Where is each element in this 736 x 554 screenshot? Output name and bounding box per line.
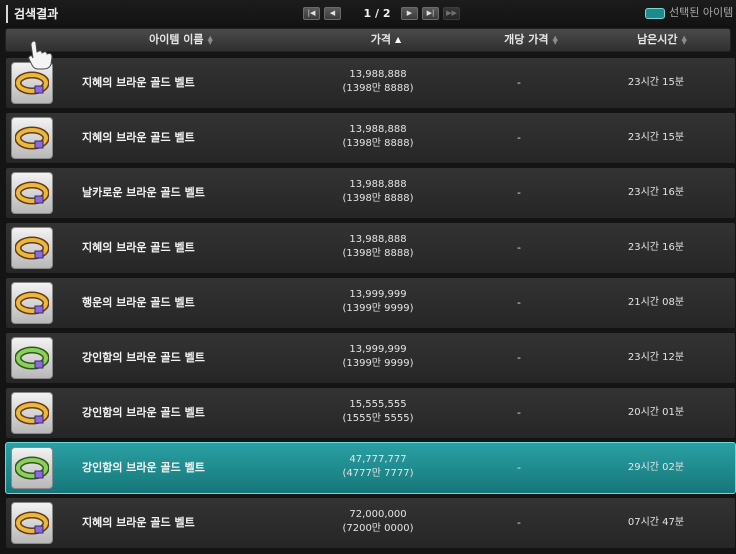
gold-belt-icon [11, 117, 53, 159]
price-value: 13,988,888 [349, 234, 407, 245]
item-price: 13,988,888 (1398만 8888) [328, 123, 428, 151]
column-label-price: 가격 [370, 33, 392, 46]
table-row[interactable]: 지혜의 브라운 골드 벨트 13,988,888 (1398만 8888) - 2… [5, 112, 736, 164]
remaining-time: 23시간 15분 [627, 77, 685, 88]
gold-belt-icon [11, 392, 53, 434]
item-price: 13,999,999 (1399만 9999) [328, 343, 428, 371]
item-name: 지혜의 브라운 골드 벨트 [82, 241, 195, 254]
price-value: 15,555,555 [349, 399, 407, 410]
price-korean: (1399만 9999) [342, 303, 414, 314]
column-label-name: 아이템 이름 [149, 33, 204, 46]
price-value: 47,777,777 [349, 454, 407, 465]
selected-color-swatch [645, 8, 665, 19]
item-name: 지혜의 브라운 골드 벨트 [82, 76, 195, 89]
last-page-button[interactable]: ▶| [422, 7, 439, 20]
page-indicator: 1 / 2 [363, 7, 391, 20]
price-value: 13,988,888 [349, 124, 407, 135]
item-price: 47,777,777 (4777만 7777) [328, 453, 428, 481]
item-price: 72,000,000 (7200만 0000) [328, 508, 428, 536]
item-name: 행운의 브라운 골드 벨트 [82, 296, 195, 309]
prev-page-button[interactable]: ◀ [324, 7, 341, 20]
price-korean: (1398만 8888) [342, 248, 414, 259]
price-korean: (1398만 8888) [342, 193, 414, 204]
price-korean: (1398만 8888) [342, 83, 414, 94]
item-name: 지혜의 브라운 골드 벨트 [82, 516, 195, 529]
table-row[interactable]: 지혜의 브라운 골드 벨트 13,988,888 (1398만 8888) - 2… [5, 222, 736, 274]
column-label-remaining: 남은시간 [637, 33, 678, 46]
table-row[interactable]: 강인함의 브라운 골드 벨트 13,999,999 (1399만 9999) - … [5, 332, 736, 384]
sort-updown-icon: ▲ ▼ [552, 34, 558, 46]
gold-belt-icon [11, 227, 53, 269]
remaining-time: 23시간 12분 [627, 352, 685, 363]
remaining-time: 07시간 47분 [627, 517, 685, 528]
price-value: 72,000,000 [349, 509, 407, 520]
legend-label: 선택된 아이템 [669, 6, 734, 19]
table-row[interactable]: 행운의 브라운 골드 벨트 13,999,999 (1399만 9999) - 2… [5, 277, 736, 329]
remaining-time: 23시간 16분 [627, 242, 685, 253]
gold-belt-icon [11, 172, 53, 214]
unit-price: - [517, 351, 521, 364]
unit-price: - [517, 131, 521, 144]
unit-price: - [517, 461, 521, 474]
price-value: 13,999,999 [349, 289, 407, 300]
column-header-price[interactable]: 가격 ▲ [371, 29, 401, 51]
item-name: 강인함의 브라운 골드 벨트 [82, 351, 205, 364]
remaining-time: 23시간 15분 [627, 132, 685, 143]
first-page-button[interactable]: |◀ [303, 7, 320, 20]
column-header-remaining[interactable]: 남은시간 ▲ ▼ [637, 29, 687, 51]
table-row-selected[interactable]: 강인함의 브라운 골드 벨트 47,777,777 (4777만 7777) - … [5, 442, 736, 494]
price-value: 13,999,999 [349, 344, 407, 355]
unit-price: - [517, 186, 521, 199]
sort-updown-icon: ▲ ▼ [681, 34, 687, 46]
table-row[interactable]: 지혜의 브라운 골드 벨트 72,000,000 (7200만 0000) - 0… [5, 497, 736, 549]
table-header: 아이템 이름 ▲ ▼ 가격 ▲ 개당 가격 ▲ ▼ 남은시간 ▲ ▼ [5, 28, 731, 52]
item-name: 지혜의 브라운 골드 벨트 [82, 131, 195, 144]
end-page-button[interactable]: ▶▶ [443, 7, 460, 20]
remaining-time: 29시간 02분 [627, 462, 685, 473]
green-belt-icon [11, 337, 53, 379]
item-name: 강인함의 브라운 골드 벨트 [82, 461, 205, 474]
next-page-button[interactable]: ▶ [401, 7, 418, 20]
price-korean: (7200만 0000) [342, 523, 414, 534]
column-label-unit-price: 개당 가격 [504, 33, 549, 46]
price-korean: (1399만 9999) [342, 358, 414, 369]
gold-belt-icon [11, 282, 53, 324]
top-bar: 검색결과 |◀ ◀ 1 / 2 ▶ ▶| ▶▶ 선택된 아이템 [0, 0, 736, 28]
item-price: 13,999,999 (1399만 9999) [328, 288, 428, 316]
table-row[interactable]: 지혜의 브라운 골드 벨트 13,988,888 (1398만 8888) - 2… [5, 57, 736, 109]
page-title: 검색결과 [6, 5, 58, 23]
remaining-time: 20시간 01분 [627, 407, 685, 418]
column-header-name[interactable]: 아이템 이름 ▲ ▼ [149, 29, 213, 51]
item-price: 13,988,888 (1398만 8888) [328, 233, 428, 261]
remaining-time: 23시간 16분 [627, 187, 685, 198]
item-price: 15,555,555 (1555만 5555) [328, 398, 428, 426]
unit-price: - [517, 296, 521, 309]
item-name: 강인함의 브라운 골드 벨트 [82, 406, 205, 419]
column-header-unit-price[interactable]: 개당 가격 ▲ ▼ [504, 29, 558, 51]
unit-price: - [517, 241, 521, 254]
item-price: 13,988,888 (1398만 8888) [328, 68, 428, 96]
price-korean: (1555만 5555) [342, 413, 414, 424]
price-korean: (1398만 8888) [342, 138, 414, 149]
sort-ascending-icon: ▲ [395, 35, 402, 44]
green-belt-icon [11, 447, 53, 489]
sort-updown-icon: ▲ ▼ [207, 34, 213, 46]
unit-price: - [517, 516, 521, 529]
gold-belt-icon [11, 502, 53, 544]
table-row[interactable]: 강인함의 브라운 골드 벨트 15,555,555 (1555만 5555) - … [5, 387, 736, 439]
hand-cursor-icon [28, 40, 53, 70]
table-row[interactable]: 날카로운 브라운 골드 벨트 13,988,888 (1398만 8888) - … [5, 167, 736, 219]
remaining-time: 21시간 08분 [627, 297, 685, 308]
price-korean: (4777만 7777) [342, 468, 414, 479]
unit-price: - [517, 76, 521, 89]
price-value: 13,988,888 [349, 179, 407, 190]
price-value: 13,988,888 [349, 69, 407, 80]
unit-price: - [517, 406, 521, 419]
item-price: 13,988,888 (1398만 8888) [328, 178, 428, 206]
item-name: 날카로운 브라운 골드 벨트 [82, 186, 205, 199]
